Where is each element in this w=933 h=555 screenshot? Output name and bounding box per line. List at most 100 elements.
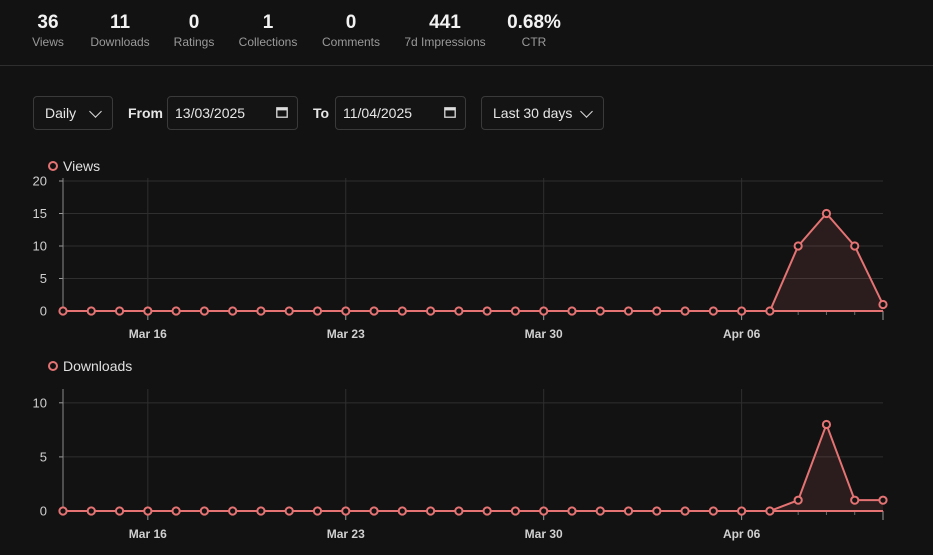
data-point	[256, 306, 266, 316]
stat-value: 441	[429, 12, 461, 33]
stat-value: 36	[37, 12, 59, 33]
data-point	[397, 306, 407, 316]
x-tick-label: Apr 06	[723, 327, 761, 341]
x-tick-label: Mar 16	[129, 327, 167, 341]
to-label: To	[313, 105, 330, 121]
data-point	[708, 306, 718, 316]
data-point	[765, 506, 775, 516]
y-tick-label: 10	[33, 395, 47, 410]
y-tick-label: 5	[40, 271, 47, 286]
stat-collections: 1 Collections	[239, 12, 298, 50]
data-point	[510, 306, 521, 316]
stat-comments: 0 Comments	[322, 12, 380, 50]
y-tick-label: 0	[40, 504, 47, 519]
stat-ctr: 0.68% CTR	[507, 12, 561, 50]
legend-label: Downloads	[63, 358, 132, 374]
data-point	[228, 306, 238, 316]
data-point	[341, 306, 351, 316]
stat-label: Views	[32, 35, 64, 49]
stat-label: Comments	[321, 35, 381, 49]
stat-label: Ratings	[173, 35, 215, 49]
data-point	[425, 306, 436, 316]
data-point	[878, 495, 888, 505]
data-point	[793, 495, 803, 505]
data-point	[114, 306, 125, 316]
downloads-chart: Downloads 0 5 10 Mar 16 Mar 23 Mar 30 Apr 06	[33, 358, 888, 541]
data-point	[425, 506, 436, 516]
data-point	[793, 241, 803, 251]
interval-value: Daily	[45, 105, 77, 121]
from-date-input[interactable]: 13/03/2025	[167, 96, 298, 130]
y-tick-label: 15	[33, 206, 47, 221]
data-point	[86, 306, 96, 316]
stat-value: 0.68%	[507, 12, 561, 33]
y-tick-label: 10	[33, 239, 47, 254]
from-label: From	[128, 105, 163, 121]
stat-views: 36 Views	[32, 12, 64, 50]
stat-label: CTR	[521, 35, 547, 49]
data-point	[58, 506, 68, 516]
y-tick-label: 5	[40, 449, 47, 464]
data-point	[114, 506, 125, 516]
data-point	[454, 306, 464, 316]
data-point	[86, 506, 96, 516]
data-point	[850, 241, 860, 251]
data-point	[454, 506, 464, 516]
data-point	[652, 306, 662, 316]
stat-value: 0	[188, 12, 200, 33]
views-chart: Views 0 5 10 15 20 Mar 16 Mar 23 Mar 30 Apr 06	[33, 158, 888, 341]
data-point	[228, 506, 238, 516]
range-select[interactable]: Last 30 days	[481, 96, 604, 130]
x-tick-label: Mar 30	[525, 527, 563, 541]
stat-value: 1	[262, 12, 274, 33]
data-point	[821, 419, 832, 430]
x-tick-label: Apr 06	[723, 527, 761, 541]
calendar-icon[interactable]	[444, 106, 456, 118]
interval-select[interactable]: Daily	[33, 96, 113, 130]
stat-value: 11	[109, 12, 131, 33]
data-point	[143, 306, 153, 316]
data-point	[510, 506, 521, 516]
series-area	[63, 424, 883, 511]
data-point	[256, 506, 266, 516]
stat-ratings: 0 Ratings	[174, 12, 215, 50]
to-date-value: 11/04/2025	[343, 105, 413, 121]
legend-marker	[48, 361, 58, 371]
series-area	[63, 213, 883, 311]
data-point	[737, 306, 747, 316]
to-date-input[interactable]: 11/04/2025	[335, 96, 466, 130]
data-point	[199, 306, 209, 316]
stats-bar: 36 Views 11 Downloads 0 Ratings 1 Collection…	[0, 12, 933, 66]
stat-downloads: 11 Downloads	[90, 12, 149, 50]
series-line	[63, 211, 884, 312]
data-point	[878, 299, 888, 310]
stat-label: Collections	[238, 35, 298, 49]
data-point	[708, 506, 718, 516]
data-point	[765, 306, 775, 316]
data-point	[821, 208, 832, 219]
data-point	[567, 506, 577, 516]
data-point	[539, 506, 549, 516]
x-tick-label: Mar 23	[327, 327, 365, 341]
y-tick-label: 20	[33, 174, 47, 189]
data-point	[680, 306, 690, 316]
legend-label: Views	[63, 158, 100, 174]
data-point	[171, 306, 181, 316]
x-tick-label: Mar 23	[327, 527, 365, 541]
data-point	[199, 506, 209, 516]
calendar-icon[interactable]	[276, 106, 288, 118]
x-tick-label: Mar 16	[129, 527, 167, 541]
data-point	[284, 506, 294, 516]
data-point	[680, 506, 690, 516]
chevron-down-icon	[580, 105, 593, 118]
chevron-down-icon	[89, 105, 102, 118]
y-tick-label: 0	[40, 304, 47, 319]
series-line	[63, 421, 883, 512]
header-divider	[0, 65, 933, 66]
data-point	[284, 306, 294, 316]
stat-value: 0	[345, 12, 357, 33]
data-point	[171, 506, 181, 516]
stat-label: Downloads	[90, 35, 150, 49]
data-point	[595, 306, 605, 316]
data-point	[312, 306, 323, 316]
